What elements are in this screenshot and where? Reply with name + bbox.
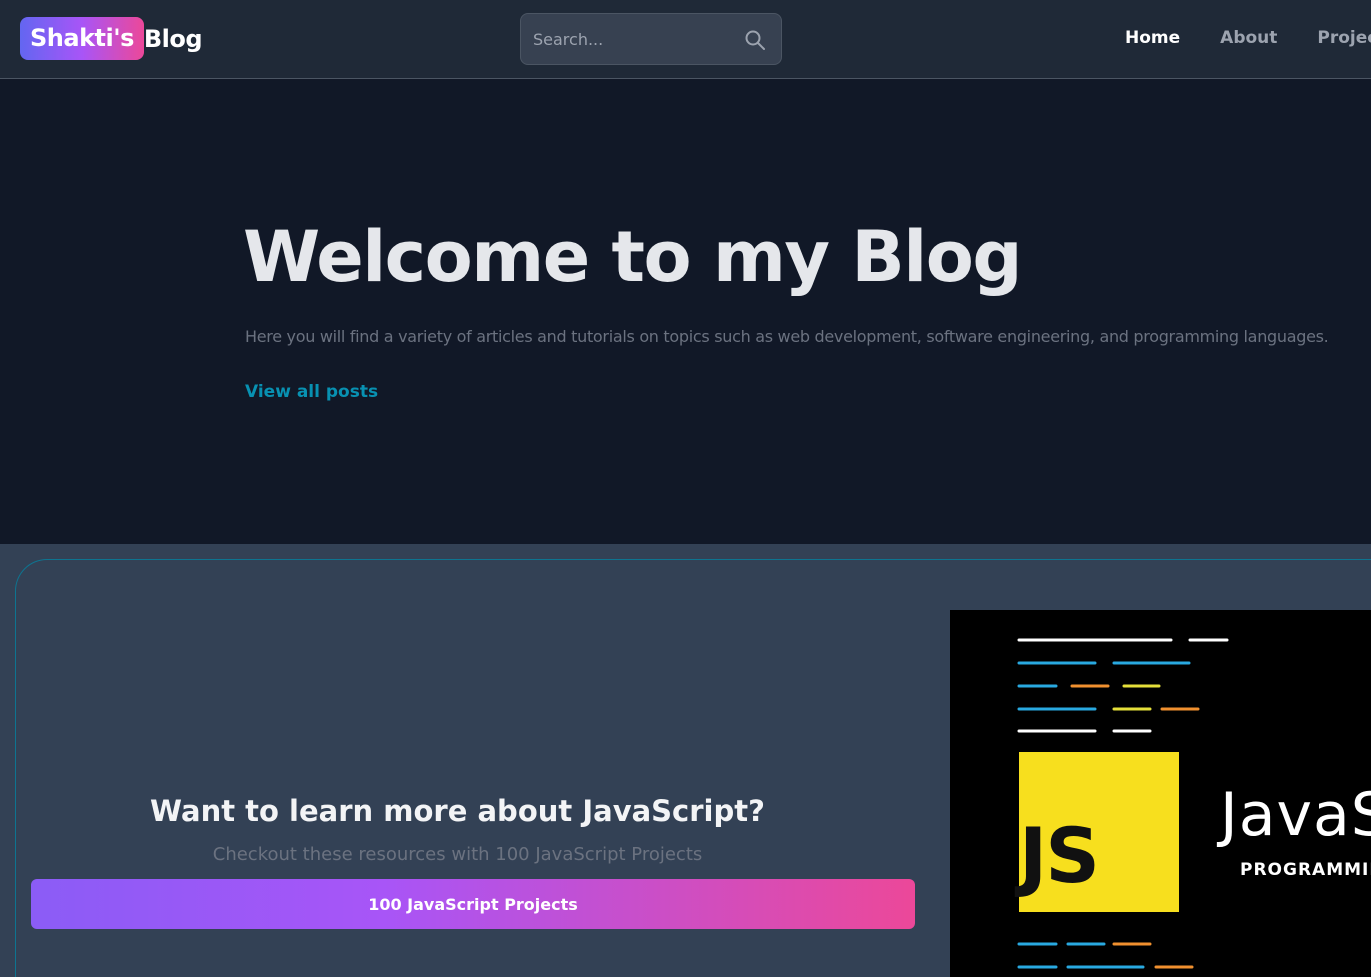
promo-section: Want to learn more about JavaScript? Che… [0,544,1371,977]
navbar: Shakti'sBlog Home About Projects [0,0,1371,79]
programming-caption: PROGRAMMIN [1240,860,1371,880]
nav-link-about[interactable]: About [1220,28,1277,48]
hero-title: Welcome to my Blog [243,216,1022,298]
hero-description: Here you will find a variety of articles… [245,327,1329,346]
search-input[interactable] [521,14,736,64]
logo-highlight: Shakti's [20,17,144,60]
site-logo[interactable]: Shakti's Blog [20,17,203,60]
nav-link-home[interactable]: Home [1125,28,1180,48]
promo-subtitle: Checkout these resources with 100 JavaSc… [212,844,703,865]
js-logo-text: JS [1019,811,1100,900]
main-nav: Home About Projects [1125,28,1371,48]
nav-link-projects[interactable]: Projects [1317,28,1371,48]
javascript-projects-button[interactable]: 100 JavaScript Projects [31,879,915,929]
search-box [520,13,782,65]
search-icon[interactable] [743,28,767,52]
hero-section: Welcome to my Blog Here you will find a … [0,79,1371,544]
javascript-promo-image: JS JavaS PROGRAMMIN [950,610,1371,977]
logo-text: Blog [143,24,203,53]
promo-title: Want to learn more about JavaScript? [150,794,765,828]
view-all-posts-link[interactable]: View all posts [245,382,378,402]
javascript-word: JavaS [1220,780,1371,850]
